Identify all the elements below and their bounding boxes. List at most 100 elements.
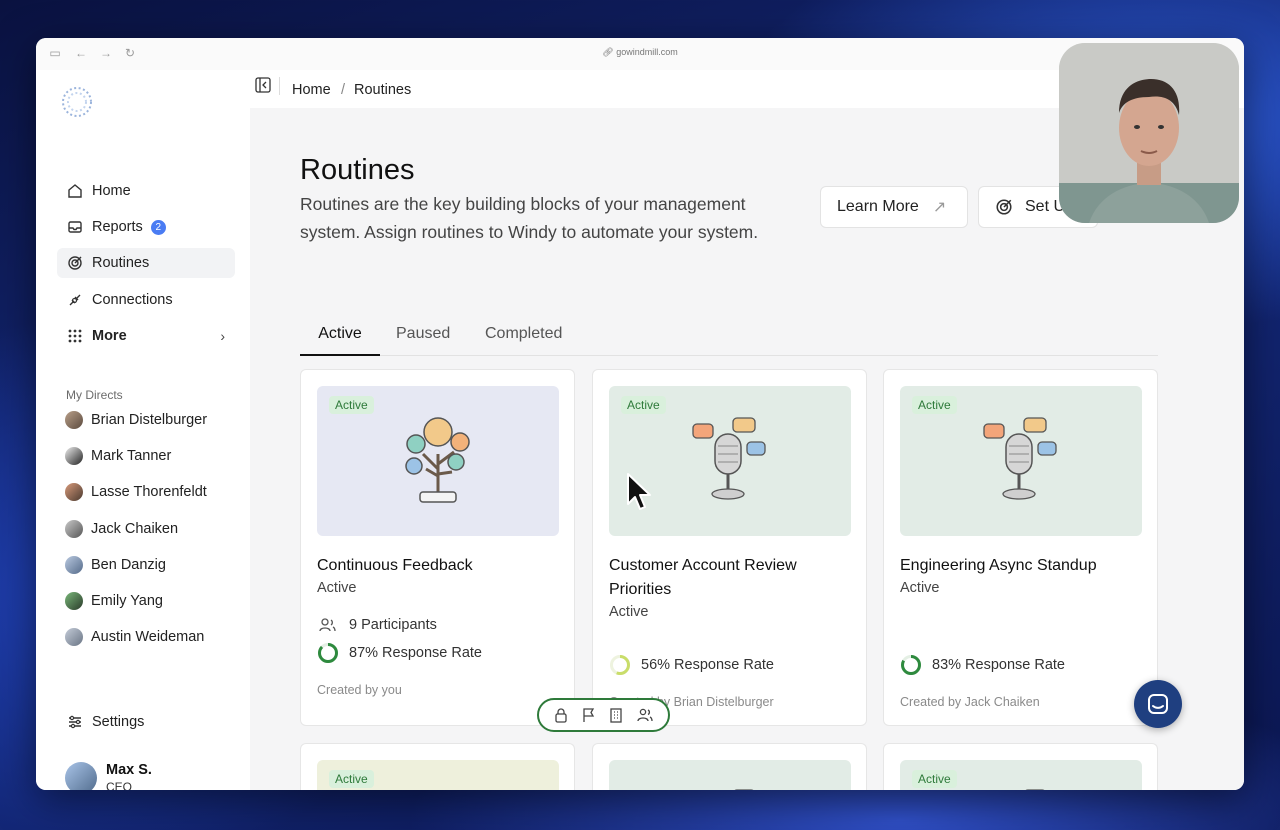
- response-rate-label: 83% Response Rate: [932, 657, 1065, 673]
- status-badge: Active: [329, 770, 374, 788]
- avatar: [65, 762, 97, 790]
- response-rate-label: 56% Response Rate: [641, 657, 774, 673]
- tab-completed[interactable]: Completed: [485, 325, 562, 356]
- routine-tabs: Active Paused Completed: [300, 322, 1158, 356]
- sidebar: Home Reports 2 Routines Connections More…: [36, 70, 250, 790]
- direct-item[interactable]: Mark Tanner: [65, 444, 171, 468]
- routine-card[interactable]: [592, 743, 867, 790]
- status-badge: Active: [912, 770, 957, 788]
- breadcrumb-current: Routines: [354, 82, 412, 98]
- collapse-sidebar-icon[interactable]: [255, 77, 271, 93]
- avatar: [65, 592, 83, 610]
- page-description: Routines are the key building blocks of …: [300, 194, 759, 242]
- response-rate: 87% Response Rate: [317, 642, 482, 664]
- nav-settings[interactable]: Settings: [57, 707, 235, 737]
- direct-item[interactable]: Emily Yang: [65, 589, 163, 613]
- routine-thumbnail: Active: [900, 386, 1142, 536]
- routine-title: Continuous Feedback: [317, 557, 473, 574]
- routine-card[interactable]: Active Engineering Async Standup Active …: [883, 369, 1158, 726]
- learn-more-button[interactable]: Learn More ↗: [820, 186, 968, 228]
- direct-name: Ben Danzig: [91, 557, 166, 573]
- direct-name: Brian Distelburger: [91, 412, 208, 428]
- response-rate-label: 87% Response Rate: [349, 645, 482, 661]
- direct-item[interactable]: Ben Danzig: [65, 553, 166, 577]
- nav-routines-label: Routines: [92, 255, 150, 271]
- lock-icon[interactable]: [553, 707, 569, 723]
- nav-routines[interactable]: Routines: [57, 248, 235, 278]
- routine-thumbnail: [609, 760, 851, 790]
- mouse-cursor-icon: [627, 473, 651, 510]
- learn-more-label: Learn More: [837, 198, 919, 215]
- routine-thumbnail: Active: [900, 760, 1142, 790]
- avatar: [65, 411, 83, 429]
- routine-thumbnail: Active: [609, 386, 851, 536]
- direct-name: Austin Weideman: [91, 629, 205, 645]
- status-badge: Active: [621, 396, 666, 414]
- breadcrumb-home[interactable]: Home: [292, 82, 331, 98]
- direct-item[interactable]: Lasse Thorenfeldt: [65, 480, 207, 504]
- users-icon[interactable]: [636, 707, 654, 723]
- routine-status: Active: [609, 604, 649, 620]
- routine-status: Active: [900, 580, 940, 596]
- nav-connections[interactable]: Connections: [57, 285, 235, 315]
- direct-name: Emily Yang: [91, 593, 163, 609]
- flag-icon[interactable]: [581, 707, 597, 723]
- breadcrumb-separator: /: [341, 82, 346, 98]
- target-icon: [66, 254, 84, 272]
- nav-connections-label: Connections: [92, 292, 173, 308]
- external-link-icon: ↗: [932, 199, 947, 216]
- inbox-icon: [66, 218, 84, 236]
- routine-thumbnail: Active: [317, 386, 559, 536]
- direct-item[interactable]: Jack Chaiken: [65, 517, 178, 541]
- routine-card[interactable]: Active: [300, 743, 575, 790]
- avatar: [65, 628, 83, 646]
- participants-label: 9 Participants: [349, 617, 437, 633]
- tab-active[interactable]: Active: [300, 325, 380, 356]
- direct-name: Lasse Thorenfeldt: [91, 484, 207, 500]
- plug-icon: [66, 291, 84, 309]
- microphone-illustration-icon: [734, 789, 754, 790]
- users-icon: [319, 618, 336, 632]
- progress-ring-icon: [610, 655, 630, 675]
- chat-icon: [1148, 694, 1168, 714]
- link-icon: 🔗︎: [602, 47, 617, 57]
- chat-launcher-button[interactable]: [1134, 680, 1182, 728]
- target-icon: [996, 199, 1012, 215]
- routine-card[interactable]: Active Continuous Feedback Active 9 Part…: [300, 369, 575, 726]
- avatar: [65, 520, 83, 538]
- progress-ring-icon: [318, 643, 338, 663]
- routine-thumbnail: Active: [317, 760, 559, 790]
- routine-card[interactable]: Active Customer Account Review Prioritie…: [592, 369, 867, 726]
- building-icon[interactable]: [608, 707, 624, 723]
- direct-name: Jack Chaiken: [91, 521, 179, 537]
- user-profile[interactable]: Max S. CEO: [65, 762, 152, 790]
- response-rate: 83% Response Rate: [900, 654, 1065, 676]
- home-icon: [66, 182, 84, 200]
- tree-illustration-icon: [405, 417, 470, 503]
- profile-role: CEO: [106, 780, 133, 790]
- profile-name: Max S.: [106, 762, 152, 778]
- windmill-logo-icon: [62, 87, 92, 117]
- status-badge: Active: [912, 396, 957, 414]
- nav-more[interactable]: More ›: [57, 321, 235, 351]
- nav-reports[interactable]: Reports 2: [57, 212, 235, 242]
- status-badge: Active: [329, 396, 374, 414]
- my-directs-heading: My Directs: [66, 388, 123, 402]
- tab-paused[interactable]: Paused: [396, 325, 450, 356]
- direct-item[interactable]: Austin Weideman: [65, 625, 204, 649]
- avatar: [65, 447, 83, 465]
- response-rate: 56% Response Rate: [609, 654, 774, 676]
- page-title: Routines: [300, 154, 415, 186]
- routine-title: Customer Account Review Priorities: [609, 557, 797, 598]
- direct-item[interactable]: Brian Distelburger: [65, 408, 207, 432]
- participants-count: 9 Participants: [317, 616, 437, 634]
- routine-card[interactable]: Active: [883, 743, 1158, 790]
- floating-toolbar: [537, 698, 670, 732]
- nav-more-label: More: [92, 328, 127, 344]
- avatar: [65, 483, 83, 501]
- nav-home[interactable]: Home: [57, 176, 235, 206]
- nav-home-label: Home: [92, 183, 131, 199]
- routine-creator: Created by Jack Chaiken: [900, 695, 1040, 709]
- routine-creator: Created by you: [317, 683, 402, 697]
- webcam-overlay: [1059, 43, 1239, 223]
